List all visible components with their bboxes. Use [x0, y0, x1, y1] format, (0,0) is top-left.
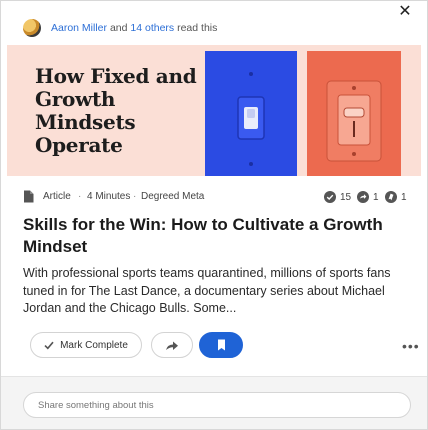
hero-title: How Fixed and Growth Mindsets Operate — [35, 64, 197, 157]
close-icon[interactable]: ✕ — [398, 4, 412, 20]
light-switch-red-image — [307, 51, 401, 176]
article-icon — [24, 190, 34, 203]
checkmark-icon — [44, 341, 54, 349]
share-arrow-icon — [166, 341, 178, 350]
saves-count: 1 — [401, 191, 407, 203]
content-type-label: Article — [43, 191, 71, 202]
article-title[interactable]: Skills for the Win: How to Cultivate a G… — [23, 214, 403, 258]
reader-name-link[interactable]: Aaron Miller — [51, 22, 107, 34]
completions-stat[interactable]: 15 — [324, 190, 351, 204]
article-description: With professional sports teams quarantin… — [23, 266, 391, 315]
light-switch-blue-image — [205, 51, 297, 176]
shares-count: 1 — [373, 191, 379, 203]
comment-footer — [1, 376, 427, 429]
share-circle-icon — [357, 191, 369, 203]
switch-blue-graphic — [237, 72, 265, 166]
saves-stat[interactable]: 1 — [385, 190, 407, 204]
meta-row: Article · 4 Minutes · Degreed Meta 15 1 … — [23, 190, 413, 204]
reader-join-text: and — [107, 22, 131, 34]
check-circle-icon — [324, 191, 336, 203]
bookmark-icon — [217, 339, 225, 351]
meta-separator: · — [78, 191, 82, 202]
save-circle-icon — [385, 191, 397, 203]
comment-input[interactable] — [23, 392, 411, 418]
save-button[interactable] — [199, 332, 243, 358]
mark-complete-button[interactable]: Mark Complete — [30, 332, 142, 358]
shares-stat[interactable]: 1 — [357, 190, 379, 204]
switch-red-graphic — [326, 80, 382, 162]
avatar[interactable] — [23, 19, 41, 37]
readers-line: Aaron Miller and 14 others read this — [51, 22, 217, 34]
share-button[interactable] — [151, 332, 193, 358]
others-link[interactable]: 14 others — [130, 22, 174, 34]
source-label: Degreed Meta — [141, 191, 205, 202]
content-card: Aaron Miller and 14 others read this ✕ H… — [0, 0, 428, 430]
hero-image[interactable]: How Fixed and Growth Mindsets Operate — [7, 45, 421, 176]
read-suffix-text: read this — [174, 22, 218, 34]
meta-separator: · — [133, 191, 137, 202]
card-header: Aaron Miller and 14 others read this ✕ — [1, 1, 427, 45]
more-options-icon[interactable]: ••• — [402, 338, 420, 354]
mark-complete-label: Mark Complete — [60, 339, 128, 351]
duration-label: 4 Minutes — [87, 191, 131, 202]
completions-count: 15 — [340, 191, 352, 203]
